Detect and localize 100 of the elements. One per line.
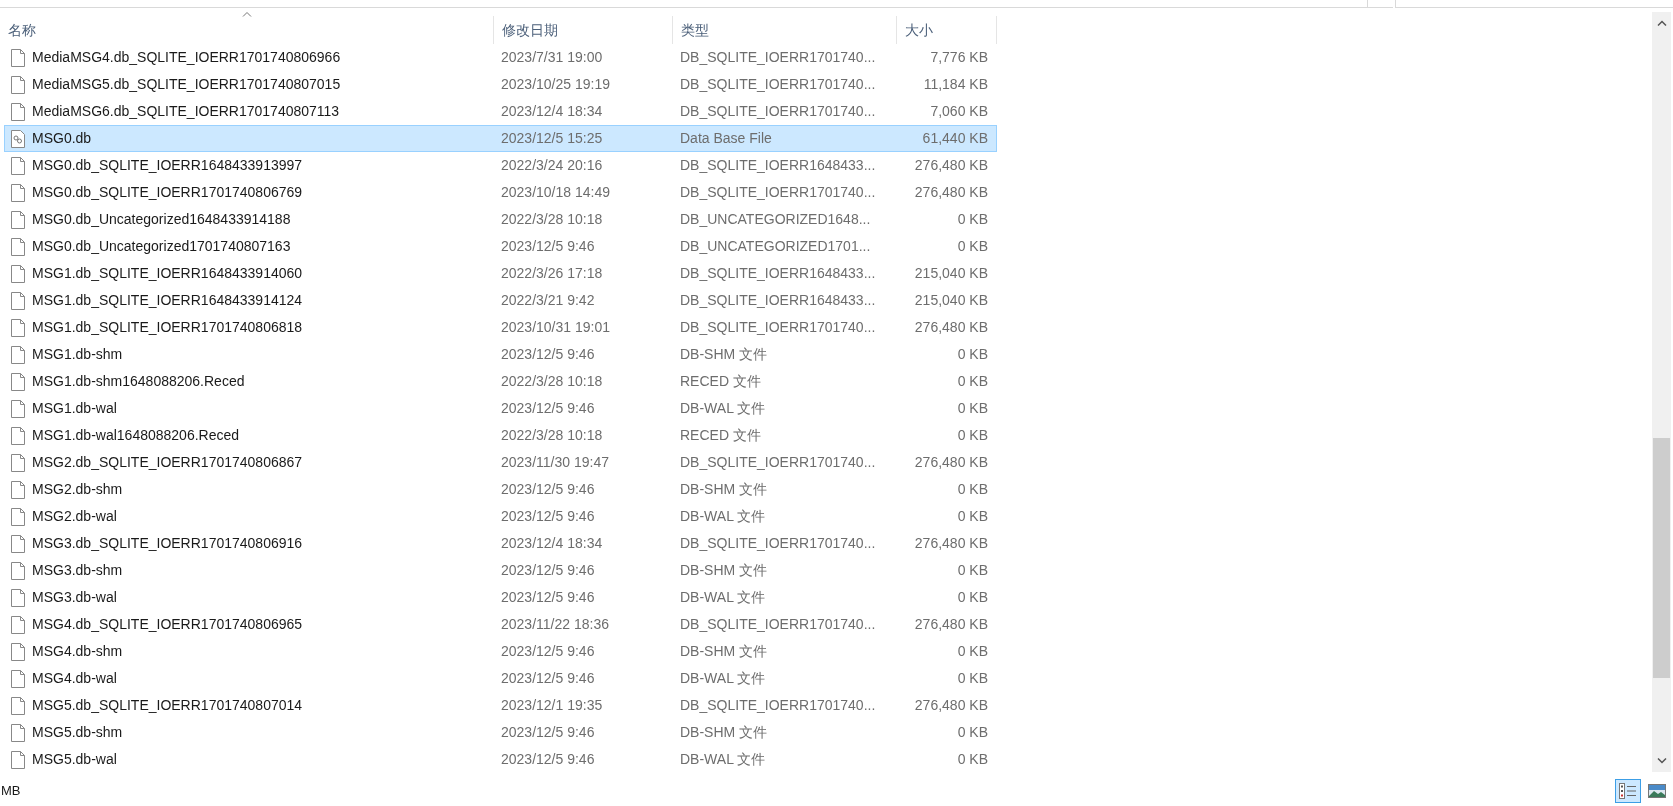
- file-row[interactable]: MSG2.db_SQLITE_IOERR1701740806867 2023/11/30 19:47 DB_SQLITE_IOERR1701740... 276,480 KB: [4, 449, 997, 476]
- file-icon: [11, 102, 25, 121]
- file-row[interactable]: MSG5.db-wal 2023/12/5 9:46 DB-WAL 文件 0 KB: [4, 746, 997, 773]
- file-size: 276,480 KB: [913, 318, 989, 337]
- scrollbar[interactable]: [1652, 12, 1671, 772]
- file-row[interactable]: MSG1.db_SQLITE_IOERR1648433914060 2022/3/26 17:18 DB_SQLITE_IOERR1648433... 215,040 KB: [4, 260, 997, 287]
- file-size: 0 KB: [956, 669, 989, 688]
- modified-date: 2023/12/4 18:34: [500, 102, 604, 121]
- modified-date: 2023/12/5 9:46: [500, 345, 596, 364]
- file-type: DB-WAL 文件: [679, 399, 767, 418]
- column-header[interactable]: 大小: [897, 16, 997, 44]
- file-type: DB_UNCATEGORIZED1648...: [679, 210, 872, 229]
- file-type: DB-SHM 文件: [679, 345, 769, 364]
- file-name: MSG5.db-wal: [32, 750, 117, 769]
- file-icon: [11, 318, 25, 337]
- modified-date: 2023/12/5 9:46: [500, 507, 596, 526]
- file-size: 276,480 KB: [913, 696, 989, 715]
- scroll-down-icon[interactable]: [1656, 758, 1667, 764]
- column-header[interactable]: 类型: [673, 16, 897, 44]
- file-row[interactable]: MSG0.db_SQLITE_IOERR1701740806769 2023/10/18 14:49 DB_SQLITE_IOERR1701740... 276,480 KB: [4, 179, 997, 206]
- file-size: 215,040 KB: [913, 291, 989, 310]
- file-row[interactable]: MSG1.db-wal 2023/12/5 9:46 DB-WAL 文件 0 KB: [4, 395, 997, 422]
- file-type: RECED 文件: [679, 372, 762, 391]
- file-icon: [11, 669, 25, 688]
- file-icon: [11, 210, 25, 229]
- file-size: 0 KB: [956, 210, 989, 229]
- file-row[interactable]: MSG5.db-shm 2023/12/5 9:46 DB-SHM 文件 0 KB: [4, 719, 997, 746]
- file-row[interactable]: MSG0.db_Uncategorized1648433914188 2022/3/28 10:18 DB_UNCATEGORIZED1648... 0 KB: [4, 206, 997, 233]
- file-type: DB-WAL 文件: [679, 750, 767, 769]
- file-name: MSG0.db_SQLITE_IOERR1648433913997: [32, 156, 303, 175]
- file-type: DB_SQLITE_IOERR1648433...: [679, 264, 877, 283]
- file-row[interactable]: MSG0.db 2023/12/5 15:25 Data Base File 61,440 KB: [4, 125, 997, 152]
- file-row[interactable]: MSG1.db-shm1648088206.Reced 2022/3/28 10:18 RECED 文件 0 KB: [4, 368, 997, 395]
- file-size: 0 KB: [956, 426, 989, 445]
- file-row[interactable]: MediaMSG5.db_SQLITE_IOERR1701740807015 2023/10/25 19:19 DB_SQLITE_IOERR1701740... 11,184 KB: [4, 71, 997, 98]
- file-type: DB_SQLITE_IOERR1701740...: [679, 183, 877, 202]
- file-type: DB-WAL 文件: [679, 507, 767, 526]
- file-name: MSG5.db-shm: [32, 723, 123, 742]
- file-size: 61,440 KB: [921, 129, 989, 148]
- modified-date: 2023/10/31 19:01: [500, 318, 611, 337]
- file-row[interactable]: MSG4.db-wal 2023/12/5 9:46 DB-WAL 文件 0 KB: [4, 665, 997, 692]
- file-icon: [11, 642, 25, 661]
- file-size: 0 KB: [956, 480, 989, 499]
- file-name: MSG0.db_Uncategorized1648433914188: [32, 210, 291, 229]
- file-type: DB-SHM 文件: [679, 723, 769, 742]
- file-row[interactable]: MSG3.db_SQLITE_IOERR1701740806916 2023/12/4 18:34 DB_SQLITE_IOERR1701740... 276,480 KB: [4, 530, 997, 557]
- scroll-up-icon[interactable]: [1656, 20, 1667, 26]
- file-row[interactable]: MSG2.db-wal 2023/12/5 9:46 DB-WAL 文件 0 KB: [4, 503, 997, 530]
- modified-date: 2022/3/28 10:18: [500, 372, 604, 391]
- modified-date: 2023/10/25 19:19: [500, 75, 611, 94]
- file-name: MSG2.db_SQLITE_IOERR1701740806867: [32, 453, 303, 472]
- file-row[interactable]: MSG1.db_SQLITE_IOERR1701740806818 2023/10/31 19:01 DB_SQLITE_IOERR1701740... 276,480 KB: [4, 314, 997, 341]
- sort-caret-icon: [241, 11, 252, 17]
- file-row[interactable]: MSG1.db_SQLITE_IOERR1648433914124 2022/3/21 9:42 DB_SQLITE_IOERR1648433... 215,040 KB: [4, 287, 997, 314]
- modified-date: 2023/7/31 19:00: [500, 48, 604, 67]
- file-icon: [11, 696, 25, 715]
- modified-date: 2023/12/5 15:25: [500, 129, 604, 148]
- file-icon: [11, 507, 25, 526]
- file-name: MSG3.db_SQLITE_IOERR1701740806916: [32, 534, 303, 553]
- file-type: DB-WAL 文件: [679, 588, 767, 607]
- file-row[interactable]: MSG1.db-shm 2023/12/5 9:46 DB-SHM 文件 0 KB: [4, 341, 997, 368]
- file-name: MSG4.db-wal: [32, 669, 117, 688]
- column-header[interactable]: 名称: [0, 16, 494, 44]
- scrollbar-thumb[interactable]: [1653, 438, 1670, 678]
- file-size: 0 KB: [956, 372, 989, 391]
- file-row[interactable]: MSG0.db_SQLITE_IOERR1648433913997 2022/3/24 20:16 DB_SQLITE_IOERR1648433... 276,480 KB: [4, 152, 997, 179]
- modified-date: 2023/11/30 19:47: [500, 453, 610, 472]
- file-type: DB_SQLITE_IOERR1701740...: [679, 318, 877, 337]
- status-text: MB: [0, 782, 21, 801]
- file-size: 0 KB: [956, 750, 989, 769]
- file-icon: [11, 534, 25, 553]
- file-name: MSG1.db-shm1648088206.Reced: [32, 372, 245, 391]
- file-name: MediaMSG4.db_SQLITE_IOERR1701740806966: [32, 48, 341, 67]
- file-type: DB_SQLITE_IOERR1701740...: [679, 615, 877, 634]
- file-name: MSG1.db_SQLITE_IOERR1701740806818: [32, 318, 303, 337]
- file-name: MSG0.db_Uncategorized1701740807163: [32, 237, 291, 256]
- file-size: 215,040 KB: [913, 264, 989, 283]
- file-type: DB_SQLITE_IOERR1701740...: [679, 453, 877, 472]
- modified-date: 2022/3/26 17:18: [500, 264, 604, 283]
- file-row[interactable]: MSG0.db_Uncategorized1701740807163 2023/12/5 9:46 DB_UNCATEGORIZED1701... 0 KB: [4, 233, 997, 260]
- file-row[interactable]: MediaMSG6.db_SQLITE_IOERR1701740807113 2023/12/4 18:34 DB_SQLITE_IOERR1701740... 7,060 KB: [4, 98, 997, 125]
- file-name: MSG0.db: [32, 129, 92, 148]
- modified-date: 2023/12/5 9:46: [500, 480, 596, 499]
- file-row[interactable]: MSG1.db-wal1648088206.Reced 2022/3/28 10:18 RECED 文件 0 KB: [4, 422, 997, 449]
- column-header[interactable]: 修改日期: [494, 16, 673, 44]
- file-size: 0 KB: [956, 723, 989, 742]
- file-size: 276,480 KB: [913, 615, 989, 634]
- file-row[interactable]: MSG5.db_SQLITE_IOERR1701740807014 2023/12/1 19:35 DB_SQLITE_IOERR1701740... 276,480 KB: [4, 692, 997, 719]
- file-row[interactable]: MSG3.db-wal 2023/12/5 9:46 DB-WAL 文件 0 KB: [4, 584, 997, 611]
- file-size: 276,480 KB: [913, 183, 989, 202]
- file-type: RECED 文件: [679, 426, 762, 445]
- file-row[interactable]: MSG3.db-shm 2023/12/5 9:46 DB-SHM 文件 0 KB: [4, 557, 997, 584]
- file-row[interactable]: MSG4.db_SQLITE_IOERR1701740806965 2023/11/22 18:36 DB_SQLITE_IOERR1701740... 276,480 KB: [4, 611, 997, 638]
- file-row[interactable]: MSG2.db-shm 2023/12/5 9:46 DB-SHM 文件 0 KB: [4, 476, 997, 503]
- file-name: MSG1.db-wal: [32, 399, 117, 418]
- file-name: MSG5.db_SQLITE_IOERR1701740807014: [32, 696, 303, 715]
- view-button[interactable]: [1615, 779, 1641, 803]
- file-row[interactable]: MSG4.db-shm 2023/12/5 9:46 DB-SHM 文件 0 KB: [4, 638, 997, 665]
- file-row[interactable]: MediaMSG4.db_SQLITE_IOERR1701740806966 2023/7/31 19:00 DB_SQLITE_IOERR1701740... 7,776 KB: [4, 44, 997, 71]
- file-type: DB_SQLITE_IOERR1648433...: [679, 156, 877, 175]
